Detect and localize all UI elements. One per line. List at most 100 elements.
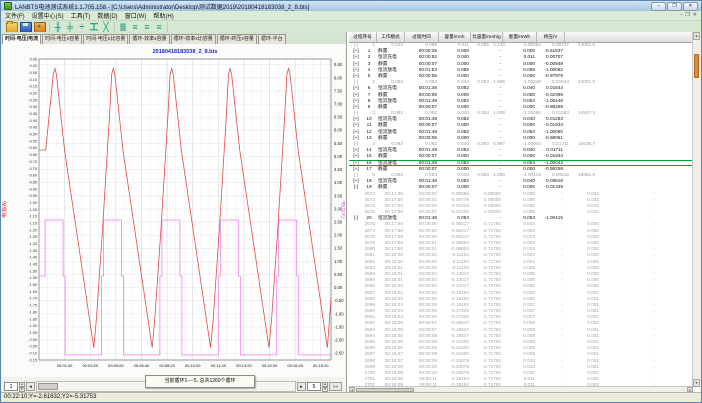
scroll-right-button[interactable]: ► (297, 382, 306, 391)
right-axis-tick-label: 4.50 (334, 167, 343, 172)
x-axis-tick-label: 00:18:20 (313, 363, 329, 368)
minimize-button[interactable]: – (651, 2, 666, 11)
left-axis-tick-label: -0.50 (28, 133, 37, 137)
menu-help[interactable]: 帮助(H) (153, 11, 173, 20)
table-cell: 16628.7 (571, 141, 693, 147)
step-list-icon[interactable]: ≡ (142, 22, 152, 32)
left-axis-tick-label: -0.80 (28, 174, 37, 178)
left-axis-tick-label: -2.10 (28, 351, 37, 355)
fit-view-icon[interactable]: 工 (89, 22, 99, 32)
x-axis-tick-label: 00:16:40 (287, 363, 303, 368)
column-header[interactable] (565, 32, 693, 42)
menu-bar: 文件(F) 设置中心(S) 工具(T) 数据(D) 窗口(W) 帮助(H) – ❐ ✕ (1, 11, 701, 21)
table-body[interactable]: [-]10.0400.0850.0110.0552.145-1.000620.0… (349, 42, 693, 387)
column-header[interactable]: 工作模式 (377, 32, 405, 42)
cycle-start-spin-buttons[interactable]: ▲▼ (19, 382, 25, 391)
x-axis-tick-label: 00:01:40 (57, 363, 73, 368)
x-axis-tick-label: 00:13:20 (236, 363, 252, 368)
vertical-scrollbar-thumb[interactable] (694, 54, 699, 78)
right-axis-tick-label: 8.00 (334, 75, 343, 80)
cycle-end-spin-buttons[interactable]: ▲▼ (322, 382, 328, 391)
left-axis-tick-label: -0.05 (28, 71, 37, 75)
chart-title: 20180418183038_2_8.bts (153, 49, 218, 55)
right-axis-tick-label: 7.50 (334, 88, 343, 93)
right-axis-tick-label: 0.50 (334, 272, 343, 277)
app-window: LANBTS电池测试系统1.1.705.158 - [C:\Users\Admi… (0, 0, 702, 403)
scroll-left-button[interactable]: ◄ (26, 382, 35, 391)
cycle-end-spinner[interactable]: 5 (307, 382, 321, 391)
menu-window[interactable]: 窗口(W) (125, 11, 147, 20)
tab-cycle-efficiency-capacity[interactable]: 循环-效率x容量 (129, 34, 169, 44)
x-axis-tick-label: 00:06:40 (134, 363, 150, 368)
column-header[interactable]: 能量/mWh (503, 32, 537, 42)
right-axis-tick-label: 2.00 (334, 233, 343, 238)
record-list-icon[interactable]: ≡ (154, 22, 164, 32)
scroll-down-icon[interactable]: ▼ (693, 379, 700, 387)
menu-file[interactable]: 文件(F) (5, 11, 25, 20)
app-icon (4, 2, 12, 10)
table-cell: 13001.0 (571, 79, 693, 85)
left-axis-tick-label: -0.15 (28, 85, 37, 89)
data-grid-icon[interactable]: ≣ (118, 22, 128, 32)
tab-cycle-endvoltage-capacity[interactable]: 循环-终压x容量 (217, 34, 257, 44)
menu-tools[interactable]: 工具(T) (71, 11, 91, 20)
tab-cycle-efficiency-spec-capacity[interactable]: 循环-效率x比容量 (171, 34, 216, 44)
vertical-scrollbar[interactable]: ▲ ▼ (692, 32, 701, 387)
x-axis-tick-label: 00:11:40 (211, 363, 227, 368)
maximize-button[interactable]: ❐ (667, 2, 682, 11)
menu-data[interactable]: 数据(D) (97, 11, 117, 20)
mdi-close-button[interactable]: ✕ (693, 12, 697, 19)
cycle-start-spinner[interactable]: 1 (4, 382, 18, 391)
save-icon[interactable] (20, 22, 32, 33)
column-header[interactable]: 比容量/mAh/g (471, 32, 503, 42)
fast-forward-button[interactable]: >> (329, 382, 342, 391)
clear-zoom-icon[interactable]: ╳ (101, 22, 111, 32)
menu-settings-center[interactable]: 设置中心(S) (32, 11, 64, 20)
mdi-minimize-button[interactable]: – (680, 12, 683, 19)
cycle-list-icon[interactable]: ≡ (130, 22, 140, 32)
tab-time-voltage-capacity[interactable]: 时间-电压x容量 (42, 34, 82, 44)
tab-cycle-platform[interactable]: 循环-平台 (258, 34, 286, 44)
left-axis-tick-label: -1.20 (28, 228, 37, 232)
left-axis-tick-label: -1.65 (28, 290, 37, 294)
column-header[interactable]: 过程时间 (405, 32, 439, 42)
open-file-icon[interactable] (6, 22, 18, 33)
table-cell: 0.042 (565, 209, 601, 215)
column-header[interactable]: 容量/mAh (439, 32, 471, 42)
left-axis-tick-label: -1.75 (28, 304, 37, 308)
right-axis-tick-label: -1.00 (334, 311, 344, 316)
left-axis-tick-label: -2.05 (28, 345, 37, 349)
mdi-restore-button[interactable]: ❐ (685, 12, 689, 19)
left-axis-tick-label: 0.05 (30, 57, 37, 61)
data-table-panel: 过程序号工作模式过程时间容量/mAh比容量/mAh/g能量/mWh终压/V [-… (347, 32, 701, 393)
left-axis-tick-label: -0.40 (28, 119, 37, 123)
scroll-up-icon[interactable]: ▲ (693, 32, 700, 40)
title-bar: LANBTS电池测试系统1.1.705.158 - [C:\Users\Admi… (1, 1, 701, 11)
close-button[interactable]: ✕ (683, 2, 698, 11)
chart-area[interactable]: 8.508.007.507.006.506.005.505.004.504.00… (1, 44, 345, 377)
left-axis-tick-label: -1.35 (28, 249, 37, 253)
column-header[interactable]: 过程序号 (349, 32, 377, 42)
zoom-y-icon[interactable]: ╪ (65, 22, 75, 32)
column-header[interactable]: 终压/V (537, 32, 565, 42)
left-axis-tick-label: -0.90 (28, 187, 37, 191)
cycle-scrollbar-thumb[interactable] (38, 383, 58, 390)
left-axis-tick-label: -0.55 (28, 139, 37, 143)
export-icon[interactable] (34, 22, 46, 33)
left-axis-tick-label: -0.75 (28, 167, 37, 171)
right-axis-tick-label: 4.00 (334, 180, 343, 185)
left-axis-tick-label: -2.15 (28, 358, 37, 362)
tab-time-voltage-current[interactable]: 时间-电压|电流 (2, 34, 41, 44)
left-axis-tick-label: -0.30 (28, 105, 37, 109)
right-axis-tick-label: -2.50 (334, 351, 344, 356)
right-axis-tick-label: -1.50 (334, 324, 344, 329)
zoom-x-icon[interactable]: ╫ (53, 22, 63, 32)
tab-time-voltage-spec-capacity[interactable]: 时间-电压x比容量 (83, 34, 128, 44)
left-axis-tick-label: -0.10 (28, 78, 37, 82)
left-axis-tick-label: -1.05 (28, 208, 37, 212)
left-axis-tick-label: -1.30 (28, 242, 37, 246)
status-bar: 00:22:10;Y=-2.61632;Y2=-5.31753 (1, 392, 701, 402)
left-axis-tick-label: -0.35 (28, 112, 37, 116)
split-view-icon[interactable]: ÷ (77, 22, 87, 32)
right-axis-tick-label: 6.50 (334, 115, 343, 120)
